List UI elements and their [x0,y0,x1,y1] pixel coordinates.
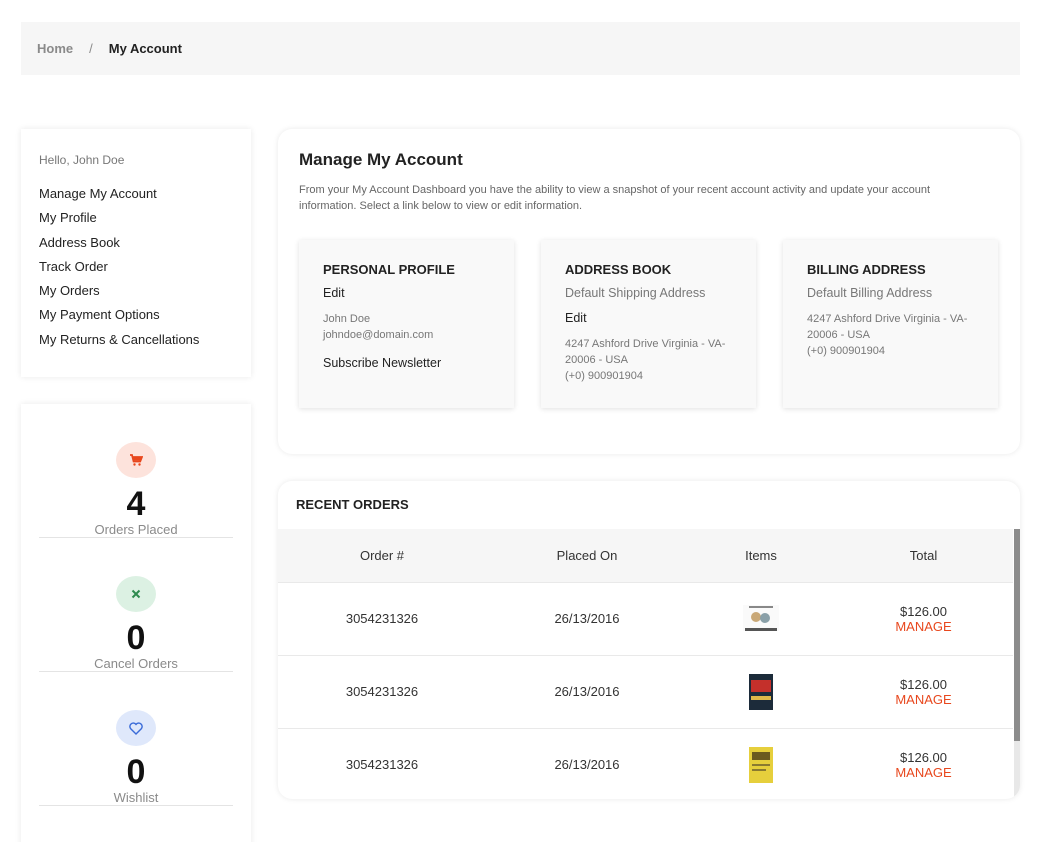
order-date: 26/13/2016 [554,684,620,699]
table-header-row: Order # Placed On Items Total [278,529,1013,582]
account-stats: 4 Orders Placed 0 Cancel Orders 0 Wishli… [21,404,251,842]
edit-profile-link[interactable]: Edit [323,286,490,300]
billing-line-1: 4247 Ashford Drive Virginia - VA- [807,313,968,325]
stat-label: Orders Placed [94,522,178,537]
heart-icon [116,710,156,746]
card-title: BILLING ADDRESS [807,262,926,277]
cart-icon [116,442,156,478]
order-total: $126.00 [900,603,947,619]
order-total: $126.00 [900,749,947,765]
section-title: RECENT ORDERS [296,497,409,512]
stat-value: 0 [126,619,146,657]
recent-orders-panel: RECENT ORDERS Order # Placed On Items To… [278,481,1020,799]
card-subtitle: Default Billing Address [807,286,933,300]
order-total-cell: $126.00 MANAGE [834,655,1013,728]
sidebar-item-payment-options[interactable]: My Payment Options [39,307,233,331]
product-thumbnail[interactable] [743,673,779,710]
manage-order-link[interactable]: MANAGE [834,619,1013,634]
subscribe-newsletter-link[interactable]: Subscribe Newsletter [323,356,490,370]
manage-order-link[interactable]: MANAGE [834,692,1013,707]
stat-wishlist[interactable]: 0 Wishlist [39,672,233,806]
sidebar-item-profile[interactable]: My Profile [39,210,233,234]
orders-table: Order # Placed On Items Total 3054231326… [278,529,1013,799]
card-title: PERSONAL PROFILE [323,262,455,277]
scrollbar-thumb[interactable] [1014,529,1020,741]
manage-account-panel: Manage My Account From your My Account D… [278,129,1020,454]
order-id: 3054231326 [345,757,419,773]
sidebar-item-manage-account[interactable]: Manage My Account [39,186,233,210]
billing-phone: (+0) 900901904 [807,345,885,357]
stat-orders-placed[interactable]: 4 Orders Placed [39,404,233,538]
sidebar-item-address-book[interactable]: Address Book [39,235,233,259]
billing-line-2: 20006 - USA [807,329,870,341]
card-subtitle: Default Shipping Address [565,286,706,300]
table-row: 3054231326 26/13/2016 $126.00 MANAGE [278,582,1013,655]
account-sidebar: Hello, John Doe Manage My Account My Pro… [21,129,251,377]
sidebar-item-orders[interactable]: My Orders [39,283,233,307]
breadcrumb: Home / My Account [21,22,1020,75]
edit-address-link[interactable]: Edit [565,311,732,325]
order-id: 3054231326 [345,684,419,699]
stat-label: Wishlist [113,790,159,805]
billing-address-card: BILLING ADDRESS Default Billing Address … [783,240,998,408]
order-total-cell: $126.00 MANAGE [834,728,1013,799]
card-title: ADDRESS BOOK [565,262,672,277]
close-icon [116,576,156,612]
user-greeting: Hello, John Doe [39,153,125,167]
product-thumbnail[interactable] [743,746,779,783]
personal-profile-card: PERSONAL PROFILE Edit John Doe johndoe@d… [299,240,514,408]
address-phone: (+0) 900901904 [565,370,643,382]
stat-cancel-orders[interactable]: 0 Cancel Orders [39,538,233,672]
manage-order-link[interactable]: MANAGE [834,765,1013,780]
column-header: Items [745,547,777,563]
stat-value: 0 [126,753,146,791]
breadcrumb-home-link[interactable]: Home [37,41,73,56]
page-title: Manage My Account [299,150,463,169]
order-total-cell: $126.00 MANAGE [834,582,1013,655]
address-book-card: ADDRESS BOOK Default Shipping Address Ed… [541,240,756,408]
profile-name: John Doe [323,313,371,325]
order-total: $126.00 [900,676,947,692]
table-row: 3054231326 26/13/2016 $126.00 MANAGE [278,655,1013,728]
order-items-cell [688,582,834,655]
breadcrumb-current: My Account [108,41,182,56]
order-items-cell [688,728,834,799]
address-line-1: 4247 Ashford Drive Virginia - VA- [565,338,726,350]
product-thumbnail[interactable] [743,601,779,637]
breadcrumb-separator: / [89,41,93,56]
column-header: Placed On [556,547,618,563]
order-date: 26/13/2016 [554,757,620,773]
sidebar-item-track-order[interactable]: Track Order [39,259,233,283]
order-items-cell [688,655,834,728]
stat-value: 4 [126,485,146,523]
order-id: 3054231326 [345,611,419,626]
order-date: 26/13/2016 [554,611,620,626]
sidebar-item-returns[interactable]: My Returns & Cancellations [39,332,233,356]
address-line-2: 20006 - USA [565,354,628,366]
stat-label: Cancel Orders [94,656,178,671]
orders-scrollbar[interactable] [1014,529,1020,799]
column-header: Total [909,547,938,563]
page-description: From your My Account Dashboard you have … [299,184,931,212]
table-row: 3054231326 26/13/2016 $126.00 MANAGE [278,728,1013,799]
column-header: Order # [359,547,405,563]
profile-email: johndoe@domain.com [323,329,434,341]
